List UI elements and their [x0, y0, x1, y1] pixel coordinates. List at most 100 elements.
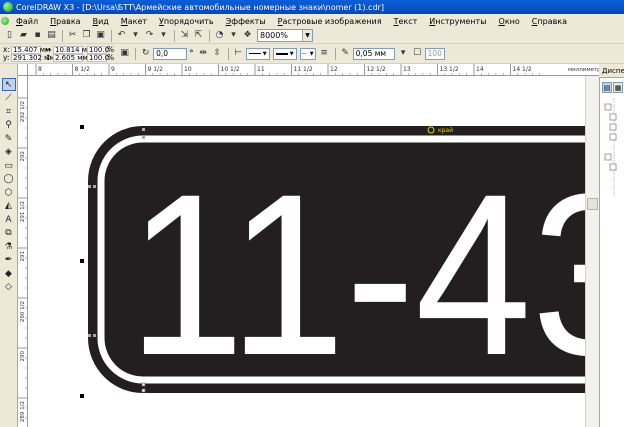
paste-icon[interactable]: ▣: [94, 29, 107, 42]
print-icon[interactable]: ▤: [45, 29, 58, 42]
tree-expand-icon[interactable]: [609, 163, 617, 171]
line-style-dropdown[interactable]: ▼: [245, 47, 270, 60]
node-point[interactable]: [88, 334, 91, 337]
export-icon[interactable]: ⇱: [192, 29, 205, 42]
menu-bitmaps[interactable]: Растровые изображения: [272, 17, 388, 26]
ruler-label: 14 1/2: [513, 66, 532, 73]
outline-width-field[interactable]: 0,05 мм: [352, 47, 395, 60]
outline-width-dropdown-icon[interactable]: ▾: [397, 47, 410, 60]
size-fields: ↔ 10.814 мм ↕ 2.605 мм: [45, 45, 92, 62]
text-tool-icon[interactable]: A: [2, 213, 16, 226]
open-icon[interactable]: ▰: [17, 29, 30, 42]
node-point[interactable]: [88, 185, 91, 188]
object-manager-tab[interactable]: Диспетчер объектов: [599, 64, 624, 78]
node-point[interactable]: [141, 382, 146, 387]
cut-icon[interactable]: ✂: [66, 29, 79, 42]
selection-handle-middle-left[interactable]: [80, 259, 84, 263]
redo-icon[interactable]: ↷: [143, 29, 156, 42]
menu-effects[interactable]: Эффекты: [220, 17, 272, 26]
mirror-vertical-icon[interactable]: ⇳: [211, 47, 224, 60]
freehand-tool-icon[interactable]: ✎: [2, 132, 16, 145]
node-point[interactable]: [142, 128, 145, 131]
document-menu-icon[interactable]: [0, 15, 10, 27]
rotation-angle-field[interactable]: 0,0: [153, 47, 188, 60]
fill-tool-icon[interactable]: ◆: [2, 267, 16, 280]
zoom-tool-icon[interactable]: ⚲: [2, 119, 16, 132]
rotation-angle-value: 0,0: [156, 49, 169, 58]
interactive-blend-tool-icon[interactable]: ⧉: [2, 227, 16, 240]
drawing-canvas[interactable]: 11-43 край: [28, 76, 599, 427]
horizontal-ruler[interactable]: 8 8 1/2 9 9 1/2 10 10 1/2 11 11 1/2 12 12 1/2 13 13…: [28, 64, 599, 76]
new-document-icon[interactable]: ▯: [3, 29, 16, 42]
menu-edit[interactable]: Правка: [44, 17, 86, 26]
outline-style-dropdown[interactable]: ▼: [272, 47, 297, 60]
mirror-horizontal-icon[interactable]: ⇹: [197, 47, 210, 60]
vertical-scrollbar[interactable]: [585, 76, 599, 427]
vertical-ruler[interactable]: 292 1/2 292 291 1/2 291 290 1/2 290 289 1/2: [18, 76, 28, 427]
y-label: y:: [3, 52, 10, 62]
menu-arrange[interactable]: Упорядочить: [153, 17, 220, 26]
application-launcher-icon[interactable]: ◔: [213, 29, 226, 42]
menu-layout[interactable]: Макет: [115, 17, 153, 26]
import-icon[interactable]: ⇲: [178, 29, 191, 42]
vertical-ruler-scale: 292 1/2 292 291 1/2 291 290 1/2 290 289 1/2: [18, 97, 27, 422]
ruler-origin[interactable]: [18, 64, 28, 76]
tree-expand-icon[interactable]: [609, 133, 617, 141]
zoom-dropdown-icon[interactable]: ▼: [302, 30, 312, 41]
tree-expand-icon[interactable]: [609, 113, 617, 121]
tree-expand-icon[interactable]: [604, 153, 612, 161]
shape-tool-icon[interactable]: ⟋: [2, 92, 16, 105]
node-point[interactable]: [141, 388, 146, 393]
undo-dropdown-icon[interactable]: ▾: [129, 29, 142, 42]
rectangle-tool-icon[interactable]: ▭: [2, 159, 16, 172]
layer-manager-view-icon[interactable]: ▦: [613, 82, 623, 93]
node-point[interactable]: [93, 185, 96, 188]
pick-tool-icon[interactable]: ↖: [1, 78, 16, 91]
to-curves-icon[interactable]: ☐: [411, 47, 424, 60]
corel-online-icon[interactable]: ❖: [241, 29, 254, 42]
show-object-properties-icon[interactable]: ▤: [602, 82, 612, 93]
tree-expand-icon[interactable]: [604, 103, 612, 111]
save-icon[interactable]: ▪: [31, 29, 44, 42]
scale-y-field[interactable]: 100.0: [87, 53, 109, 62]
menu-text[interactable]: Текст: [388, 17, 424, 26]
selection-handle-bottom-left[interactable]: [80, 394, 84, 398]
crop-tool-icon[interactable]: ⌗: [2, 105, 16, 118]
menu-help[interactable]: Справка: [526, 17, 573, 26]
wrap-text-icon[interactable]: ≡: [318, 47, 331, 60]
ellipse-tool-icon[interactable]: ◯: [2, 173, 16, 186]
polygon-tool-icon[interactable]: ⬡: [2, 186, 16, 199]
undo-icon[interactable]: ↶: [115, 29, 128, 42]
width-field[interactable]: 10.814 мм: [53, 45, 92, 54]
disabled-value: 100: [427, 49, 442, 58]
redo-dropdown-icon[interactable]: ▾: [157, 29, 170, 42]
node-point[interactable]: [93, 334, 96, 337]
height-field[interactable]: 2.605 мм: [53, 53, 88, 62]
eyedropper-tool-icon[interactable]: ⚗: [2, 240, 16, 253]
interactive-fill-tool-icon[interactable]: ◇: [2, 281, 16, 294]
x-position-field[interactable]: 15.407 мм: [11, 45, 50, 54]
menu-tools[interactable]: Инструменты: [423, 17, 492, 26]
start-arrowhead-icon[interactable]: ⊢: [232, 47, 245, 60]
ruler-label: 13: [403, 66, 411, 73]
coreldraw-window: CorelDRAW X3 - [D:\Ursa\БТТ\Армейские ав…: [0, 0, 624, 427]
tree-expand-icon[interactable]: [609, 123, 617, 131]
menu-view[interactable]: Вид: [87, 17, 115, 26]
plate-number-text[interactable]: 11-43: [128, 146, 599, 403]
launcher-dropdown-icon[interactable]: ▾: [227, 29, 240, 42]
outline-tool-icon[interactable]: ✒: [2, 254, 16, 267]
menu-window[interactable]: Окно: [493, 17, 526, 26]
smart-fill-tool-icon[interactable]: ◈: [2, 146, 16, 159]
y-position-field[interactable]: 291.302 мм: [11, 53, 55, 62]
zoom-level-combo[interactable]: 8000% ▼: [257, 29, 313, 42]
scale-x-field[interactable]: 100.0: [87, 45, 109, 54]
menu-file[interactable]: Файл: [10, 17, 44, 26]
selection-handle-top-left[interactable]: [80, 125, 84, 129]
node-point[interactable]: [142, 136, 145, 139]
vertical-scroll-thumb[interactable]: [587, 198, 598, 210]
ruler-label: 11 1/2: [294, 66, 313, 73]
copy-icon[interactable]: ❐: [80, 29, 93, 42]
end-arrowhead-dropdown[interactable]: — ▼: [299, 47, 316, 60]
basic-shapes-tool-icon[interactable]: ◭: [2, 200, 16, 213]
lock-ratio-icon[interactable]: ▣: [118, 47, 131, 60]
